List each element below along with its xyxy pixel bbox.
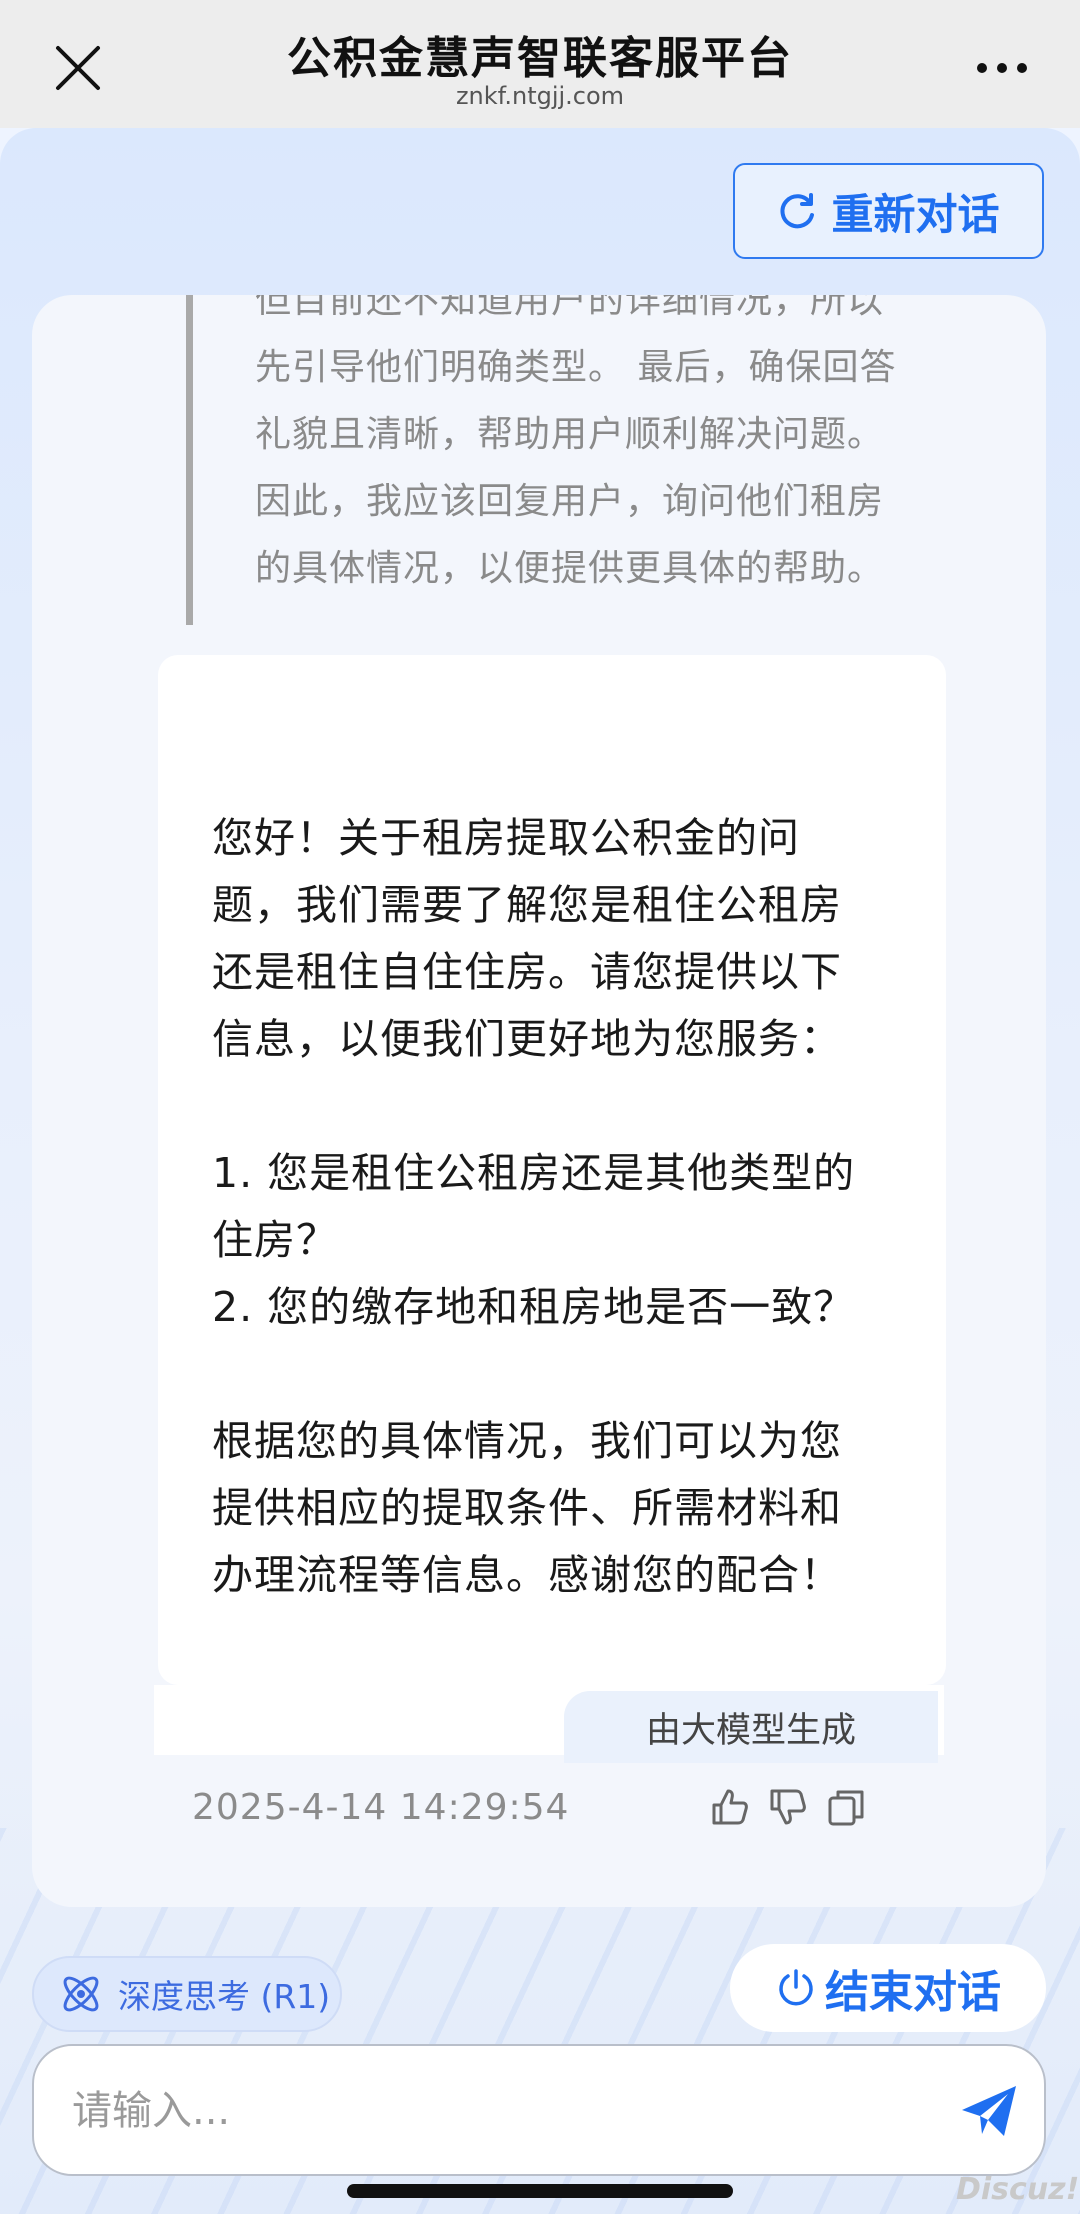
answer-line: 还是租住自住住房。请您提供以下	[212, 948, 842, 996]
thinking-process: 但目前还不知道用户的详细情况，所以先引导他们明确类型。 最后，确保回答 礼貌且清晰…	[186, 295, 966, 625]
thinking-line: 但目前还不知道用户的详细情况，所以	[255, 295, 885, 321]
end-conversation-label: 结束对话	[825, 1967, 1001, 2018]
answer-greeting: 您好！关于租房提取公积金的问 题，我们需要了解您是租住公租房 还是租住自住住房。请您…	[212, 805, 912, 1073]
more-icon[interactable]	[972, 48, 1032, 88]
answer-line: 提供相应的提取条件、所需材料和	[212, 1484, 842, 1532]
answer-line: 信息，以便我们更好地为您服务：	[212, 1015, 842, 1063]
answer-text: 您好！关于租房提取公积金的问 题，我们需要了解您是租住公租房 还是租住自住住房。请您…	[212, 805, 912, 1609]
answer-line: 1. 您是租住公租房还是其他类型的	[212, 1149, 856, 1197]
chat-message-card: 但目前还不知道用户的详细情况，所以先引导他们明确类型。 最后，确保回答 礼貌且清晰…	[32, 295, 1046, 1907]
answer-line: 住房？	[212, 1216, 338, 1264]
power-icon	[779, 1969, 813, 2006]
refresh-icon	[780, 193, 815, 229]
answer-line: 办理流程等信息。感谢您的配合！	[212, 1551, 842, 1599]
top-navigation-bar: 公积金慧声智联客服平台 znkf.ntgjj.com	[0, 0, 1080, 128]
message-input-box	[32, 2044, 1046, 2176]
answer-questions: 1. 您是租住公租房还是其他类型的 住房？ 2. 您的缴存地和租房地是否一致？	[212, 1140, 912, 1341]
message-input[interactable]	[70, 2070, 934, 2152]
thinking-line: 先引导他们明确类型。 最后，确保回答	[255, 347, 897, 388]
answer-line: 题，我们需要了解您是租住公租房	[212, 881, 842, 929]
chat-page: 但目前还不知道用户的详细情况，所以先引导他们明确类型。 最后，确保回答 礼貌且清晰…	[0, 128, 1080, 2214]
thumbs-down-icon[interactable]	[766, 1785, 810, 1829]
thinking-line: 礼貌且清晰，帮助用户顺利解决问题。	[255, 414, 885, 455]
generated-by-model-badge: 由大模型生成	[564, 1691, 938, 1763]
end-conversation-button[interactable]: 结束对话	[730, 1944, 1046, 2032]
restart-conversation-button[interactable]: 重新对话	[733, 163, 1044, 259]
deep-think-toggle[interactable]: 深度思考 (R1)	[32, 1956, 342, 2032]
answer-message: 您好！关于租房提取公积金的问 题，我们需要了解您是租住公租房 还是租住自住住房。请您…	[158, 655, 946, 1685]
message-timestamp: 2025-4-14 14:29:54	[192, 1787, 570, 1828]
copy-icon[interactable]	[824, 1785, 868, 1829]
page-title: 公积金慧声智联客服平台	[287, 33, 793, 84]
thinking-line: 因此，我应该回复用户，询问他们租房	[255, 481, 885, 522]
thinking-text: 但目前还不知道用户的详细情况，所以先引导他们明确类型。 最后，确保回答 礼貌且清晰…	[255, 295, 966, 602]
home-indicator	[347, 2184, 733, 2198]
deep-think-label: 深度思考 (R1)	[118, 1977, 331, 2016]
answer-line: 您好！关于租房提取公积金的问	[212, 814, 800, 862]
watermark: Discuz!	[956, 2172, 1080, 2207]
restart-conversation-label: 重新对话	[831, 189, 1000, 239]
answer-closing: 根据您的具体情况，我们可以为您 提供相应的提取条件、所需材料和 办理流程等信息。感谢…	[212, 1408, 912, 1609]
answer-line: 2. 您的缴存地和租房地是否一致？	[212, 1283, 856, 1331]
thinking-line: 的具体情况，以便提供更具体的帮助。	[255, 548, 885, 589]
answer-line: 根据您的具体情况，我们可以为您	[212, 1417, 842, 1465]
page-domain: znkf.ntgjj.com	[455, 82, 625, 110]
send-icon[interactable]	[958, 2080, 1020, 2142]
atom-icon	[63, 1976, 99, 2012]
thumbs-up-icon[interactable]	[708, 1785, 752, 1829]
